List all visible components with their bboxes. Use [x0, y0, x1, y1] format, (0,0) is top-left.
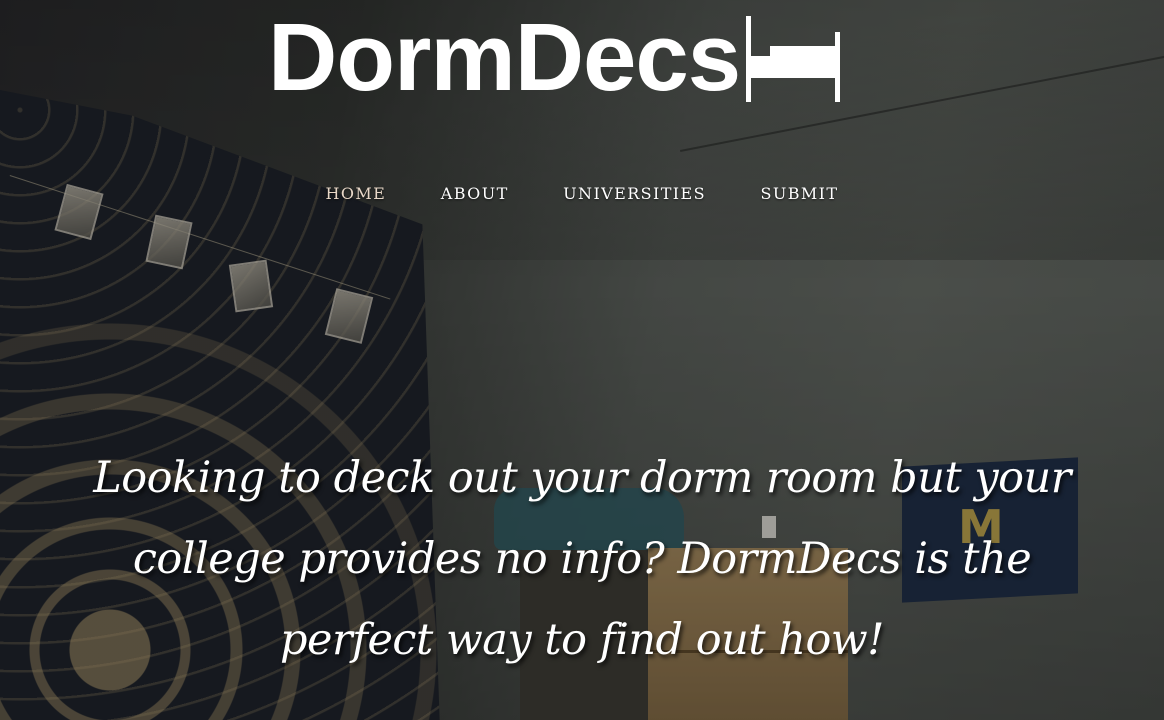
nav-universities[interactable]: UNIVERSITIES	[563, 184, 706, 203]
hero-section: M DormDecs HOME ABOUT UNIVERSITIES SUBMI…	[0, 0, 1164, 720]
site-logo[interactable]: DormDecs	[268, 4, 842, 111]
nav-submit[interactable]: SUBMIT	[760, 184, 838, 203]
main-nav: HOME ABOUT UNIVERSITIES SUBMIT	[0, 184, 1164, 203]
logo-text: DormDecs	[268, 4, 741, 111]
bed-icon	[746, 16, 841, 102]
hero-tagline: Looking to deck out your dorm room but y…	[93, 453, 1071, 665]
nav-about[interactable]: ABOUT	[441, 184, 509, 203]
nav-home[interactable]: HOME	[326, 184, 387, 203]
